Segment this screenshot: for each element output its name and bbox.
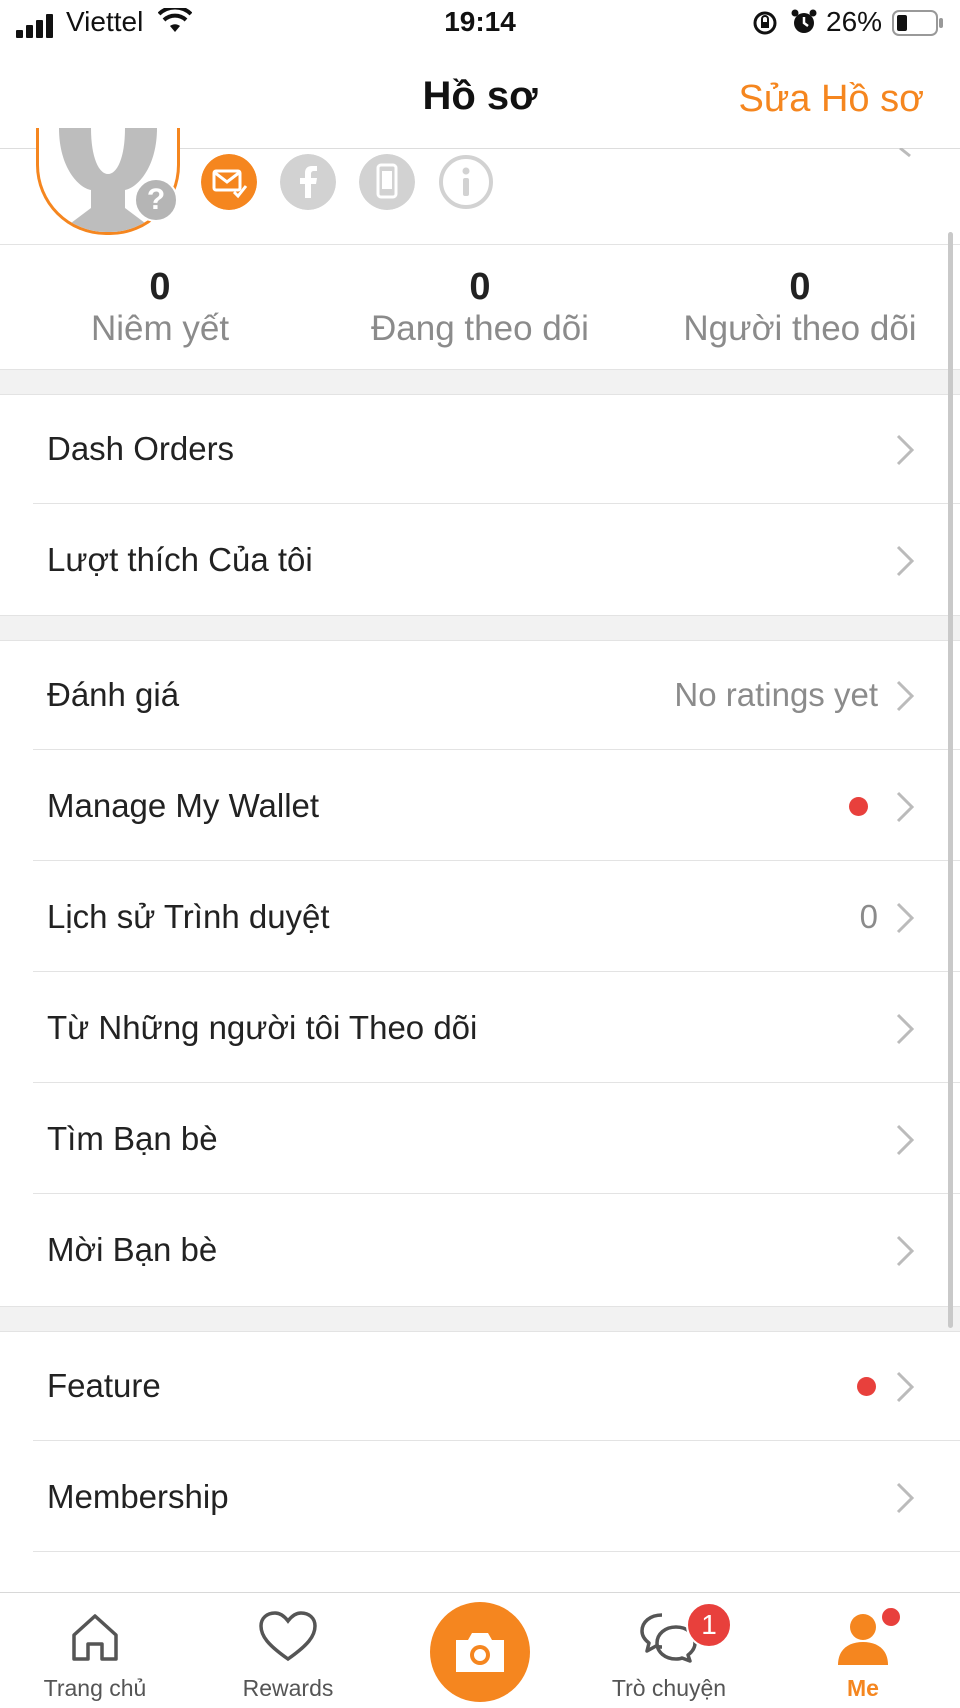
row-separator	[33, 1193, 960, 1194]
menu-item-membership[interactable]: Membership	[0, 1442, 960, 1552]
chevron-right-icon	[896, 1235, 914, 1267]
row-separator	[33, 1440, 960, 1441]
scrollbar[interactable]	[948, 232, 953, 1328]
section-divider	[0, 615, 960, 641]
alarm-icon	[791, 9, 817, 33]
row-separator	[33, 749, 960, 750]
menu-item-dash-orders[interactable]: Dash Orders	[0, 394, 960, 504]
menu-item-label: Từ Những người tôi Theo dõi	[47, 1009, 478, 1046]
stat-label: Đang theo dõi	[371, 309, 589, 348]
chat-unread-badge: 1	[686, 1602, 732, 1648]
row-separator	[33, 971, 960, 972]
tab-rewards[interactable]: Rewards	[203, 1593, 373, 1708]
tab-label: Me	[847, 1675, 879, 1701]
menu-item-feature[interactable]: Feature	[0, 1331, 960, 1441]
menu-item-label: Manage My Wallet	[47, 787, 320, 824]
notification-dot	[880, 1606, 902, 1628]
chevron-right-icon	[896, 1371, 914, 1403]
info-icon[interactable]	[438, 154, 494, 210]
menu-item-ratings[interactable]: Đánh giá No ratings yet	[0, 640, 960, 750]
stat-value: 0	[149, 266, 171, 308]
menu-item-value: 0	[859, 898, 878, 935]
row-separator	[33, 1082, 960, 1083]
row-separator	[33, 503, 960, 504]
menu-item-wallet[interactable]: Manage My Wallet	[0, 751, 960, 861]
facebook-icon[interactable]	[280, 154, 336, 210]
camera-button[interactable]	[430, 1602, 530, 1702]
menu-item-find-friends[interactable]: Tìm Bạn bè	[0, 1084, 960, 1194]
heart-icon	[259, 1611, 317, 1662]
home-icon	[72, 1614, 118, 1661]
stat-followers[interactable]: 0 Người theo dõi	[640, 267, 960, 351]
menu-item-label: Feature	[47, 1367, 161, 1404]
stat-label: Người theo dõi	[683, 309, 917, 348]
chevron-right-icon	[899, 148, 911, 158]
row-separator	[33, 1551, 960, 1552]
row-separator	[33, 860, 960, 861]
tab-chat[interactable]: Trò chuyện	[584, 1593, 754, 1708]
stat-listings[interactable]: 0 Niêm yết	[0, 267, 320, 351]
menu-item-label: Tìm Bạn bè	[47, 1120, 218, 1157]
menu-item-my-likes[interactable]: Lượt thích Của tôi	[0, 505, 960, 615]
chevron-right-icon	[896, 902, 914, 934]
chevron-right-icon	[896, 1013, 914, 1045]
stat-following[interactable]: 0 Đang theo dõi	[320, 267, 640, 351]
chevron-right-icon	[896, 1124, 914, 1156]
section-divider	[0, 1306, 960, 1332]
menu-item-value: No ratings yet	[674, 676, 878, 713]
tab-label: Trang chủ	[43, 1675, 147, 1701]
stats-bar: 0 Niêm yết 0 Đang theo dõi 0 Người theo …	[0, 245, 960, 369]
chevron-right-icon	[896, 545, 914, 577]
chevron-right-icon	[896, 434, 914, 466]
chevron-right-icon	[896, 680, 914, 712]
tab-home[interactable]: Trang chủ	[10, 1593, 180, 1708]
menu-item-invite-friends[interactable]: Mời Bạn bè	[0, 1195, 960, 1305]
menu-item-label: Đánh giá	[47, 676, 180, 713]
profile-summary[interactable]: ?	[0, 128, 960, 245]
menu-item-label: Membership	[47, 1478, 229, 1515]
chevron-right-icon	[896, 1482, 914, 1514]
notification-dot	[857, 1377, 876, 1396]
edit-profile-button[interactable]: Sửa Hồ sơ	[738, 78, 924, 121]
menu-item-from-following[interactable]: Từ Những người tôi Theo dõi	[0, 973, 960, 1083]
chevron-right-icon	[896, 791, 914, 823]
avatar-question-badge: ?	[134, 178, 178, 222]
camera-icon	[456, 1633, 504, 1672]
menu-item-label: Lượt thích Của tôi	[47, 541, 313, 578]
menu-item-label: Lịch sử Trình duyệt	[47, 898, 330, 935]
stat-value: 0	[789, 266, 811, 308]
status-bar: Viettel 19:14 26%	[0, 0, 960, 50]
menu-item-browsing-history[interactable]: Lịch sử Trình duyệt 0	[0, 862, 960, 972]
phone-icon[interactable]	[359, 154, 415, 210]
stat-label: Niêm yết	[90, 309, 230, 348]
stat-value: 0	[469, 266, 491, 308]
email-verified-icon[interactable]	[201, 154, 257, 210]
battery-percent: 26%	[826, 6, 883, 37]
notification-dot	[849, 797, 868, 816]
tab-label: Trò chuyện	[611, 1675, 727, 1701]
section-divider	[0, 369, 960, 395]
orientation-lock-icon	[753, 11, 777, 35]
menu-item-label: Mời Bạn bè	[47, 1231, 218, 1268]
battery-icon	[892, 10, 943, 36]
tab-me[interactable]: Me	[778, 1593, 948, 1708]
menu-item-label: Dash Orders	[47, 430, 235, 467]
tab-label: Rewards	[242, 1675, 334, 1701]
